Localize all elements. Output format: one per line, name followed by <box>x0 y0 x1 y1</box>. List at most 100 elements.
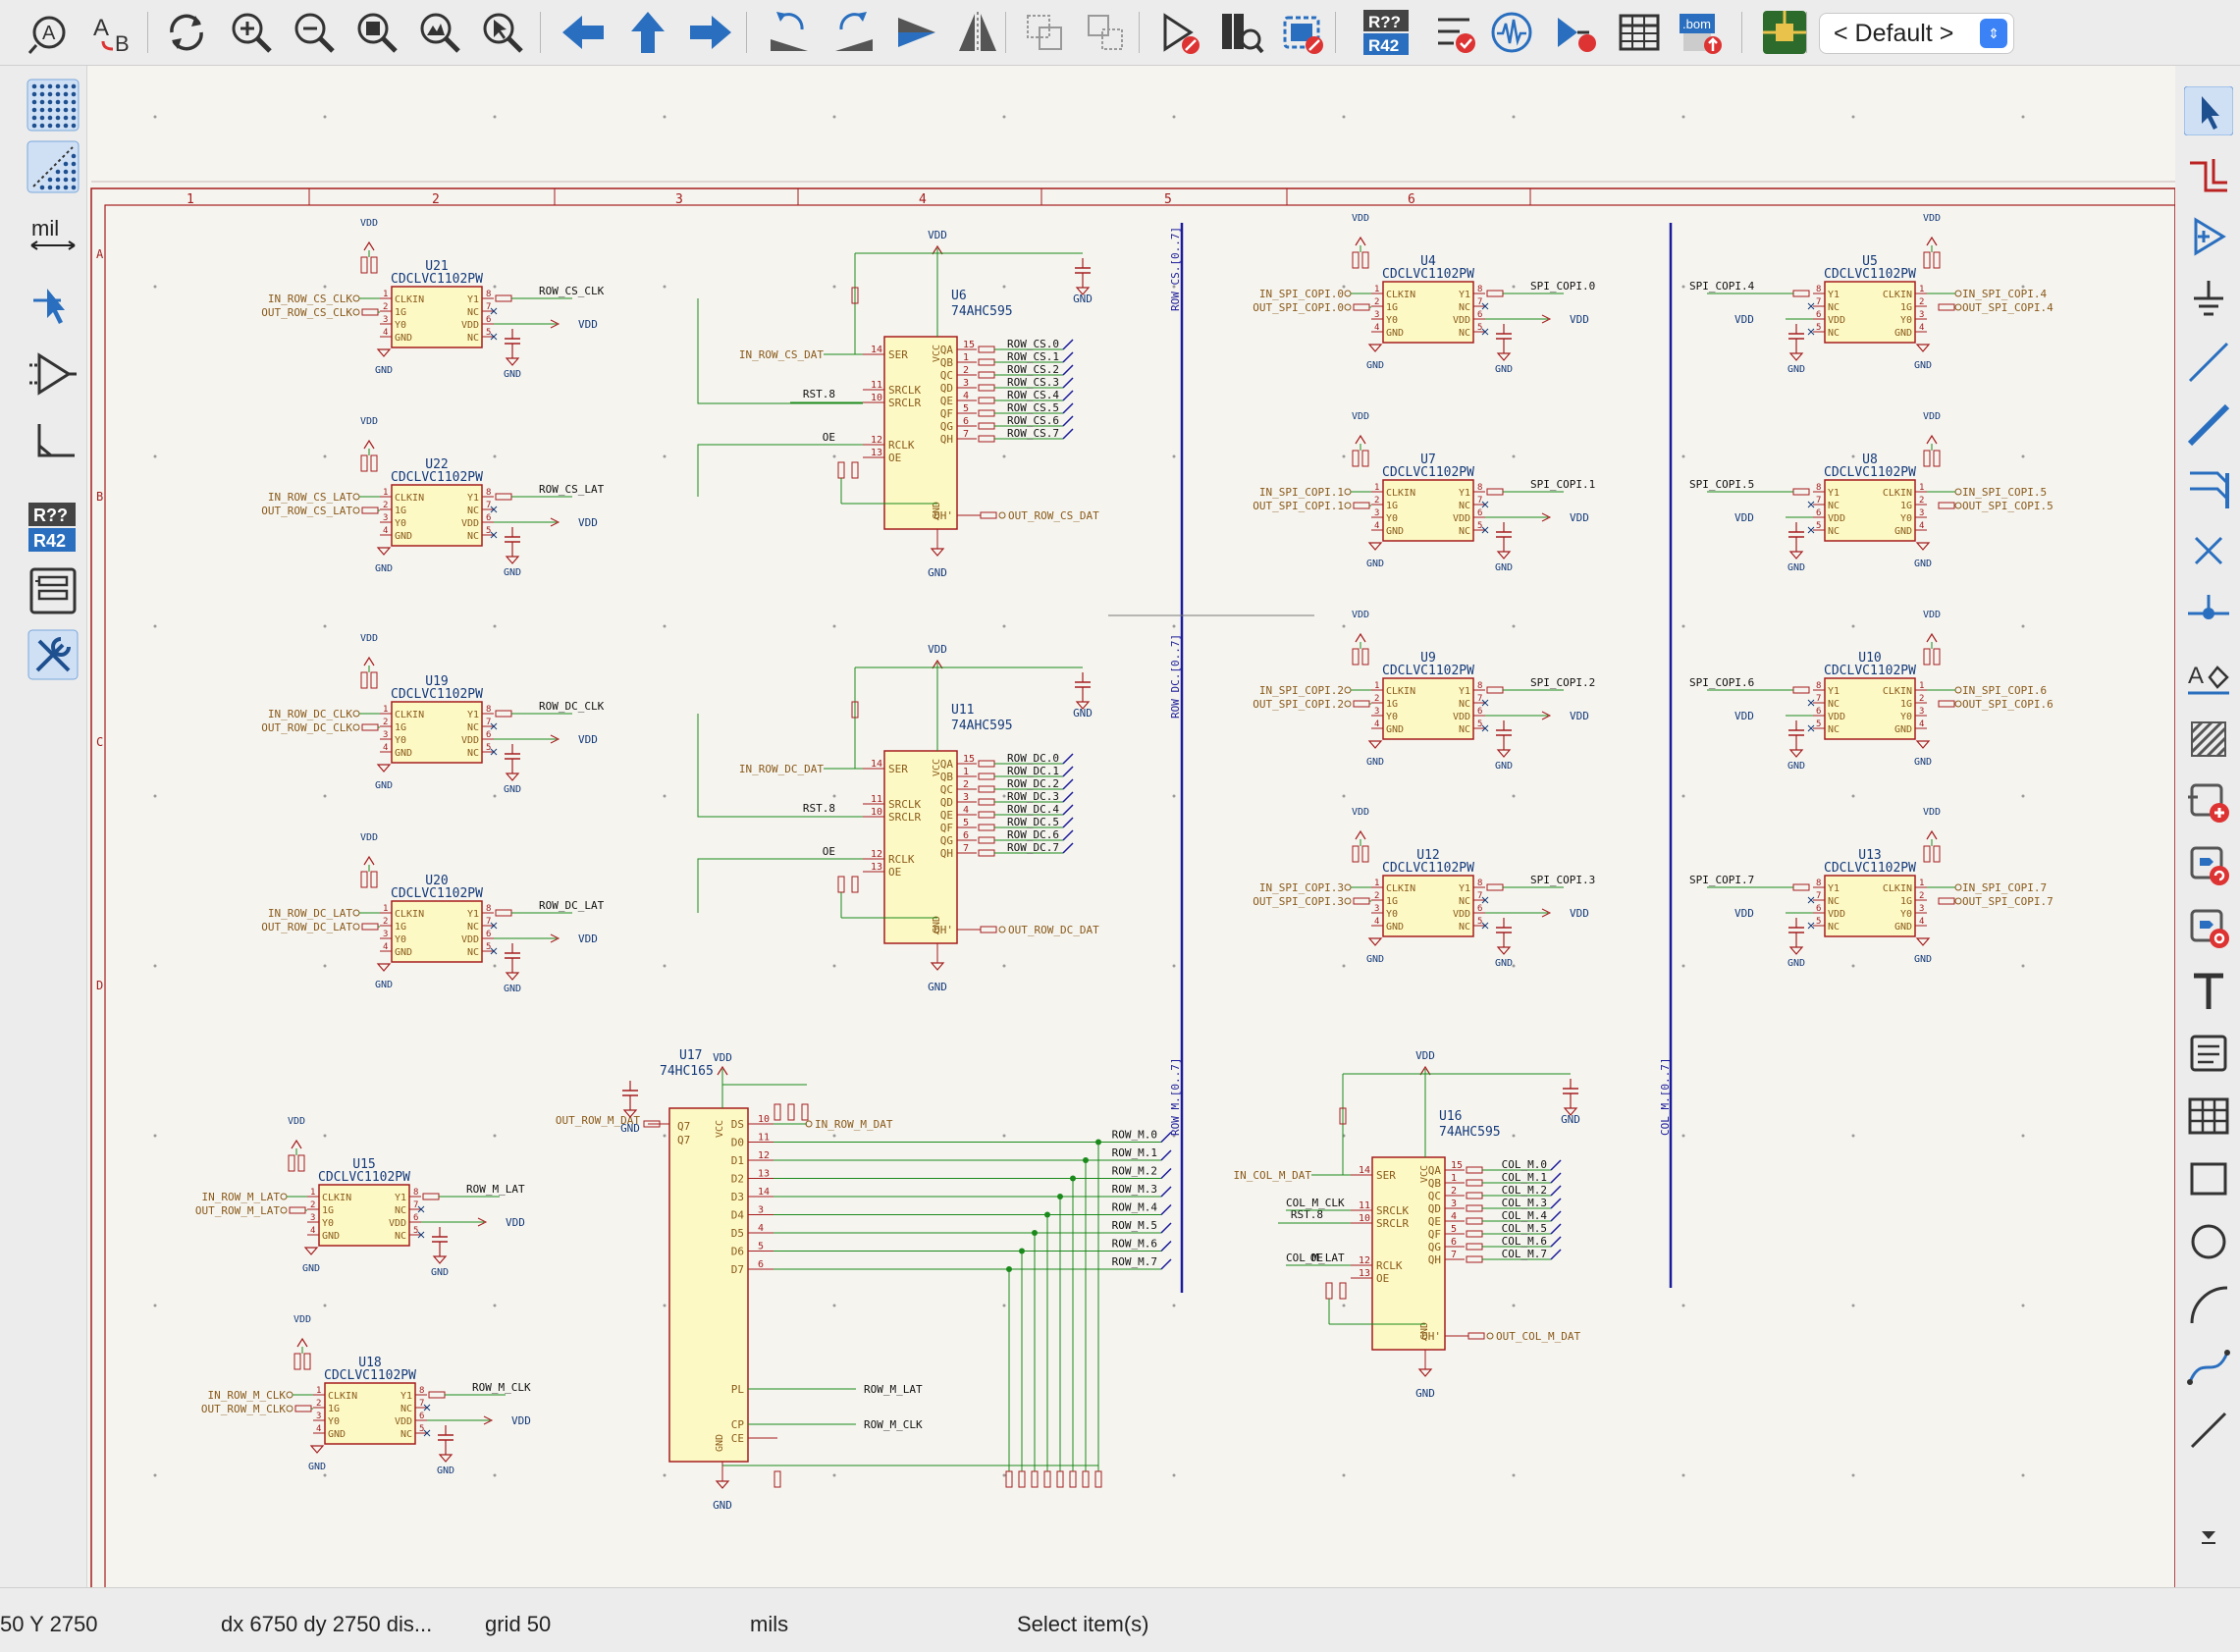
buffer-u21[interactable]: U21CDCLVC1102PWCLKIN Y11 81G NC2 7Y0 VDD3 6GND… <box>261 218 604 380</box>
zoom-out-button[interactable] <box>287 8 342 57</box>
add-rectangle-tool[interactable] <box>2181 1151 2236 1206</box>
netlist-button[interactable] <box>1547 8 1602 57</box>
units-mil-toggle[interactable]: mil <box>24 208 82 267</box>
add-text-tool[interactable] <box>2181 963 2236 1018</box>
buffer-u12[interactable]: U12CDCLVC1102PWCLKIN Y11 81G NC2 7Y0 VDD3 6GND… <box>1253 807 1595 969</box>
pin-number: 1 <box>963 767 969 777</box>
add-textbox-tool[interactable] <box>2181 1026 2236 1081</box>
pin-number: 3 <box>1919 904 1924 914</box>
add-symbol-tool[interactable] <box>2181 209 2236 264</box>
no-connect-tool[interactable] <box>2181 523 2236 578</box>
zoom-selection-icon <box>483 13 523 53</box>
output-net-label: ROW_DC.4 <box>1007 803 1059 816</box>
import-sheet-pin-tool[interactable] <box>2181 774 2236 829</box>
edit-symbol-lib-button[interactable] <box>1078 8 1133 57</box>
add-bus-tool[interactable] <box>2181 398 2236 453</box>
buffer-u10[interactable]: U10CDCLVC1102PWY1 CLKIN8 1NC 1G7 2VDD Y06 3NC G… <box>1689 610 2053 772</box>
grid-dots-toggle[interactable] <box>24 76 82 134</box>
add-bezier-tool[interactable] <box>2181 1340 2236 1395</box>
assign-footprints-button[interactable]: AB <box>86 8 141 57</box>
buffer-u15[interactable]: U15CDCLVC1102PWCLKIN Y11 81G NC2 7Y0 VDD3 6GND… <box>195 1116 525 1278</box>
pin-number: 8 <box>1477 285 1482 294</box>
junction-tool[interactable] <box>2181 586 2236 641</box>
properties-icon <box>27 629 79 680</box>
pin-number: 2 <box>383 501 388 510</box>
navigate-up-button[interactable] <box>620 8 675 57</box>
buffer-u7[interactable]: U7CDCLVC1102PWCLKIN Y11 81G NC2 7Y0 VDD3 6GND N… <box>1253 411 1595 573</box>
zoom-in-button[interactable] <box>224 8 279 57</box>
buffer-u5[interactable]: U5CDCLVC1102PWY1 CLKIN8 1NC 1G7 2VDD Y06 3NC GN… <box>1689 213 2053 375</box>
pin-number: 5 <box>486 942 491 952</box>
shift-register-u16[interactable]: U1674AHC595VCCGNDSER14SRCLK11SRCLR10RCLK… <box>1234 1049 1581 1400</box>
add-wire-tool[interactable] <box>2181 335 2236 390</box>
pin-number: 5 <box>486 328 491 338</box>
gnd-label: GND <box>1073 707 1093 719</box>
buffer-u8[interactable]: U8CDCLVC1102PWY1 CLKIN8 1NC 1G7 2VDD Y06 3NC GN… <box>1689 411 2053 573</box>
add-power-tool[interactable] <box>2181 272 2236 327</box>
highlight-net-tool[interactable] <box>2181 146 2236 201</box>
bom-export-button[interactable]: .bom <box>1673 8 1728 57</box>
add-hierarchical-sheet-tool[interactable] <box>2181 712 2236 767</box>
input-label: IN_SPI_COPI.2 <box>1259 684 1344 697</box>
hidden-pins-toggle[interactable] <box>24 346 82 404</box>
pin-number: 5 <box>1816 917 1821 927</box>
edit-pcb-button[interactable] <box>1276 8 1331 57</box>
navigate-back-button[interactable] <box>556 8 611 57</box>
pin-number: 1 <box>1374 483 1379 493</box>
pin-number: 5 <box>413 1226 418 1236</box>
grid-overlay-toggle[interactable] <box>24 137 82 196</box>
refresh-button[interactable] <box>159 8 214 57</box>
buffer-u4[interactable]: U4CDCLVC1102PWCLKIN Y11 81G NC2 7Y0 VDD3 6GND N… <box>1253 213 1595 375</box>
bus-entry-tool[interactable] <box>2181 460 2236 515</box>
hierarchy-navigator-toggle[interactable] <box>24 561 82 620</box>
wire-posture-toggle[interactable] <box>24 414 82 473</box>
navigate-forward-button[interactable] <box>683 8 738 57</box>
select-tool[interactable] <box>2181 83 2236 138</box>
annotate-button[interactable]: A <box>22 8 77 57</box>
erc-button[interactable] <box>1427 8 1482 57</box>
buffer-u22[interactable]: U22CDCLVC1102PWCLKIN Y11 81G NC2 7Y0 VDD3 6GND… <box>261 416 604 578</box>
buffer-u20[interactable]: U20CDCLVC1102PWCLKIN Y11 81G NC2 7Y0 VDD3 6GND… <box>261 832 604 994</box>
annotate-r42-button[interactable]: R?? R42 <box>1359 8 1413 57</box>
schematic-canvas[interactable]: 1 2 3 4 5 6 A B C D U21 CDCLVC1102PW CLKIN Y1 1 8 1G NC 2 7… <box>87 66 2175 1587</box>
more-tool[interactable] <box>2181 1509 2236 1564</box>
buffer-u19[interactable]: U19CDCLVC1102PWCLKIN Y11 81G NC2 7Y0 VDD3 6GND… <box>261 633 604 795</box>
shift-register-u17[interactable]: U1774HC165 Q7Q7 VCC GND DS 10 D0 11 ROW_M.0 D1 12 R… <box>556 1048 1172 1512</box>
pin-name: QA <box>940 758 954 771</box>
zoom-selection-button[interactable] <box>475 8 530 57</box>
add-label-tool[interactable]: A <box>2181 649 2236 704</box>
buffer-u18[interactable]: U18CDCLVC1102PWCLKIN Y11 81G NC2 7Y0 VDD3 6GND… <box>201 1314 531 1476</box>
symbol-fields-table-button[interactable] <box>1213 8 1268 57</box>
buffer-u9[interactable]: U9CDCLVC1102PWCLKIN Y11 81G NC2 7Y0 VDD3 6GND N… <box>1253 610 1595 772</box>
status-bar: 50 Y 2750 dx 6750 dy 2750 dis... grid 50… <box>0 1587 2240 1652</box>
pin-name: DS <box>731 1118 744 1131</box>
layer-preset-select[interactable]: < Default > ⇕ <box>1819 13 2014 54</box>
add-global-label-tool[interactable] <box>2181 837 2236 892</box>
add-arc-tool[interactable] <box>2181 1277 2236 1332</box>
pcb-button[interactable] <box>1757 8 1812 57</box>
edit-symbol-button[interactable] <box>1017 8 1072 57</box>
zoom-objects-button[interactable] <box>412 8 467 57</box>
junction-icon <box>2188 595 2229 619</box>
annotate-r42-toggle[interactable]: R?? R42 <box>24 498 82 557</box>
mirror-horizontal-button[interactable] <box>950 8 1005 57</box>
rotate-ccw-button[interactable] <box>762 8 817 57</box>
buffer-u13[interactable]: U13CDCLVC1102PWY1 CLKIN8 1NC 1G7 2VDD Y06 3NC G… <box>1689 807 2053 969</box>
mirror-vertical-button[interactable] <box>889 8 944 57</box>
zoom-fit-button[interactable] <box>349 8 404 57</box>
cursor-crosshair-toggle[interactable] <box>24 277 82 336</box>
bom-table-button[interactable] <box>1612 8 1667 57</box>
shift-register-u11[interactable]: U1174AHC595VCCGNDSER14SRCLK11SRCLR10RCLK… <box>739 643 1099 993</box>
add-circle-tool[interactable] <box>2181 1214 2236 1269</box>
pin-name: NC <box>400 1429 412 1440</box>
rotate-cw-button[interactable] <box>827 8 881 57</box>
simulator-button[interactable] <box>1152 8 1207 57</box>
simulate-button[interactable] <box>1484 8 1539 57</box>
properties-toggle[interactable] <box>24 625 82 684</box>
add-table-tool[interactable] <box>2181 1089 2236 1144</box>
pin-name: Y0 <box>322 1218 334 1229</box>
pin-name: GND <box>395 333 412 344</box>
component-value: CDCLVC1102PW <box>1824 861 1916 876</box>
add-hier-label-tool[interactable] <box>2181 900 2236 955</box>
add-line-tool[interactable] <box>2181 1403 2236 1458</box>
